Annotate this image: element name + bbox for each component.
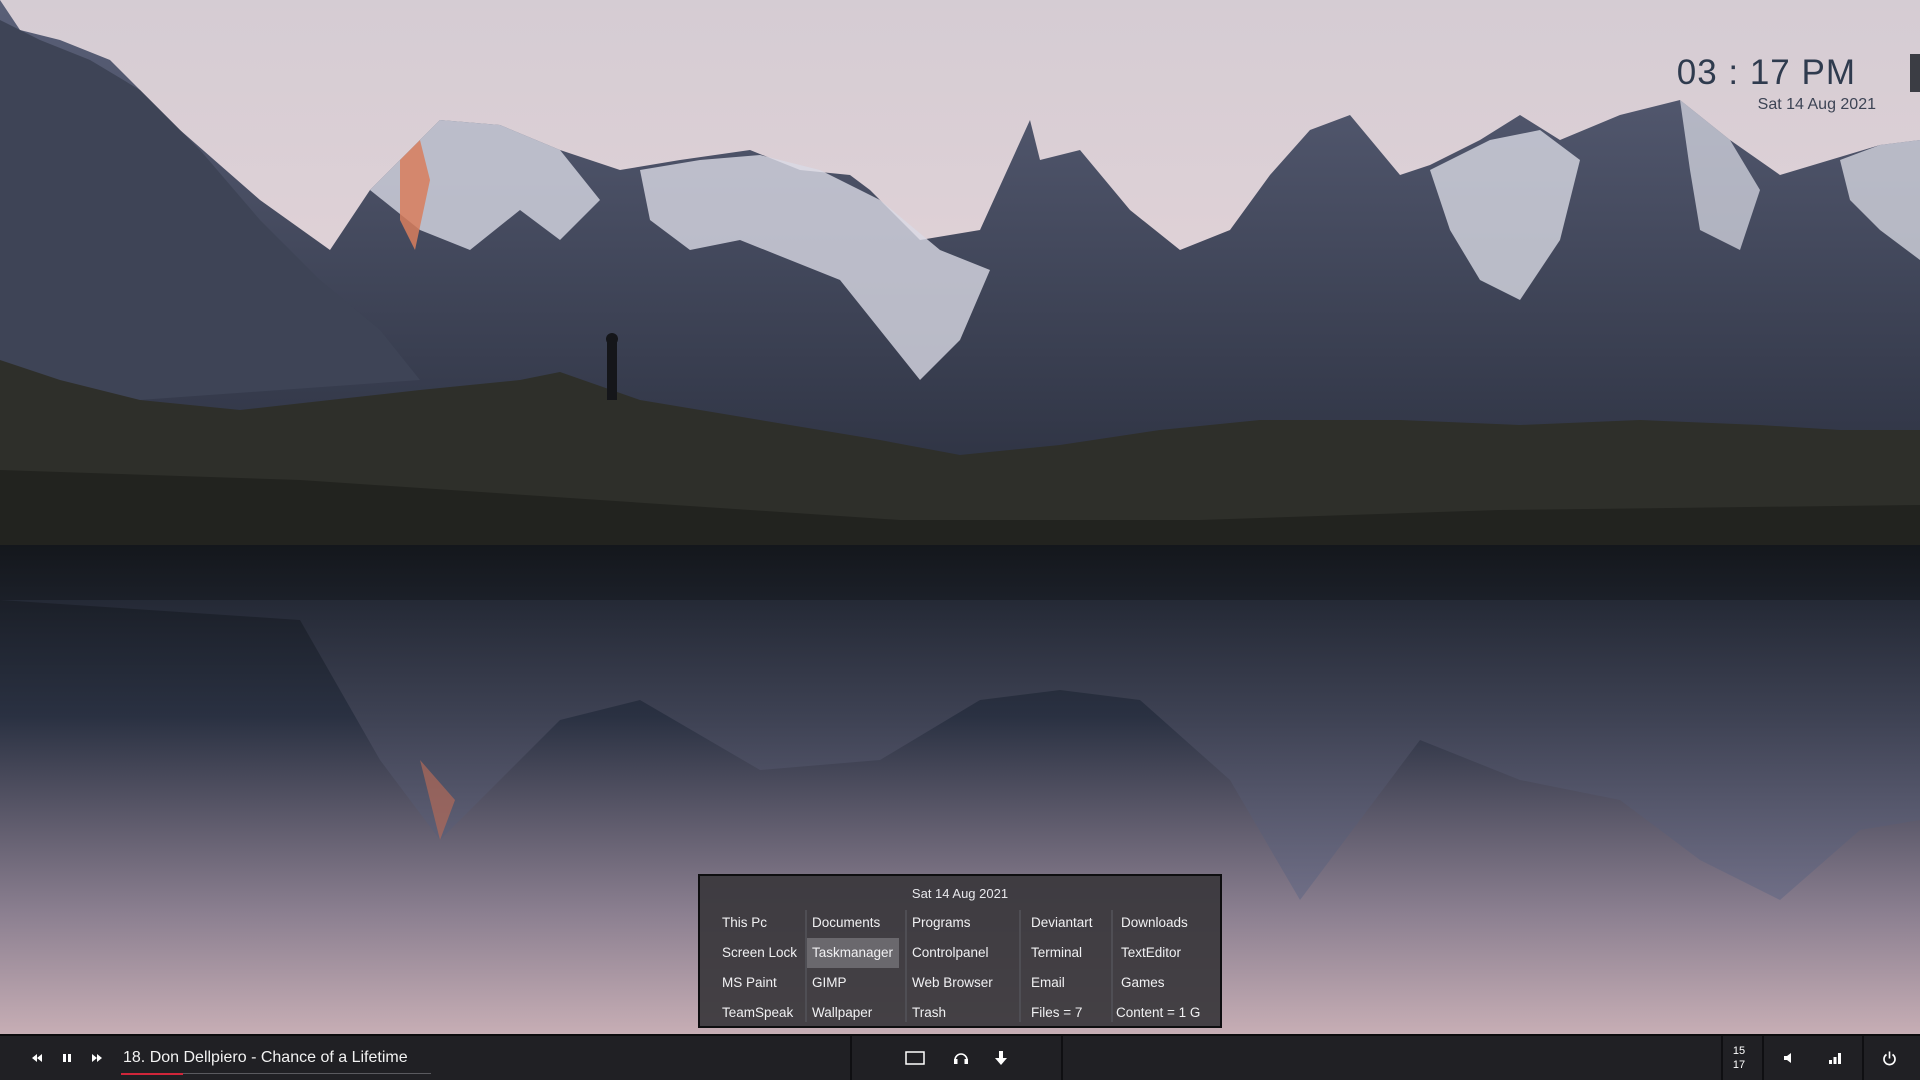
launcher-column-2: Documents Taskmanager GIMP Wallpaper — [805, 908, 900, 1028]
clock-date: Sat 14 Aug 2021 — [1757, 96, 1876, 113]
desktop-clock-widget: 03 : 17 PM Sat 14 Aug 2021 — [1676, 50, 1876, 114]
taskbar-divider — [850, 1036, 852, 1080]
column-divider — [1019, 910, 1021, 1022]
launcher-column-5: Downloads TextEditor Games Content = 1 G — [1111, 908, 1206, 1028]
column-divider — [1111, 910, 1113, 1022]
launcher-item-web-browser[interactable]: Web Browser — [906, 968, 999, 998]
launcher-item-screen-lock[interactable]: Screen Lock — [716, 938, 803, 968]
launcher-column-1: This Pc Screen Lock MS Paint TeamSpeak — [722, 908, 803, 1028]
download-arrow-icon[interactable] — [991, 1044, 1011, 1072]
launcher-item-controlpanel[interactable]: Controlpanel — [906, 938, 999, 968]
launcher-item-texteditor[interactable]: TextEditor — [1115, 938, 1206, 968]
tray-clock-minute: 17 — [1732, 1059, 1746, 1071]
launcher-item-wallpaper[interactable]: Wallpaper — [806, 998, 899, 1028]
track-progress-fill — [121, 1073, 183, 1075]
launcher-item-downloads[interactable]: Downloads — [1115, 908, 1206, 938]
power-icon[interactable] — [1877, 1044, 1901, 1072]
track-progress-bar[interactable] — [121, 1073, 431, 1075]
now-playing-track[interactable]: 18. Don Dellpiero - Chance of a Lifetime — [123, 1049, 408, 1067]
launcher-date: Sat 14 Aug 2021 — [911, 886, 1009, 901]
launcher-panel: Sat 14 Aug 2021 This Pc Screen Lock MS P… — [698, 874, 1222, 1028]
taskbar-divider — [1762, 1036, 1764, 1080]
clock-time: 03 : 17 PM — [1676, 53, 1856, 92]
tray-clock[interactable]: 15 17 — [1724, 1044, 1754, 1072]
headphones-icon[interactable] — [950, 1044, 972, 1072]
launcher-item-ms-paint[interactable]: MS Paint — [716, 968, 803, 998]
taskbar-divider — [1862, 1036, 1864, 1080]
launcher-item-this-pc[interactable]: This Pc — [716, 908, 803, 938]
launcher-item-documents[interactable]: Documents — [806, 908, 899, 938]
column-divider — [805, 910, 807, 1022]
tray-clock-hour: 15 — [1732, 1045, 1746, 1057]
launcher-item-deviantart[interactable]: Deviantart — [1025, 908, 1099, 938]
launcher-item-email[interactable]: Email — [1025, 968, 1099, 998]
launcher-item-teamspeak[interactable]: TeamSpeak — [716, 998, 803, 1028]
window-icon[interactable] — [903, 1044, 927, 1072]
launcher-item-content-size[interactable]: Content = 1 G — [1110, 998, 1206, 1028]
fast-forward-icon[interactable] — [88, 1044, 106, 1072]
launcher-item-trash[interactable]: Trash — [906, 998, 999, 1028]
taskbar-divider — [1061, 1036, 1063, 1080]
clock-accent-bar — [1910, 54, 1920, 92]
launcher-item-taskmanager[interactable]: Taskmanager — [806, 938, 900, 968]
pause-icon[interactable] — [58, 1044, 76, 1072]
taskbar-divider — [1721, 1036, 1723, 1080]
rewind-icon[interactable] — [28, 1044, 46, 1072]
speaker-icon[interactable] — [1778, 1044, 1800, 1072]
signal-bars-icon[interactable] — [1823, 1044, 1847, 1072]
launcher-item-games[interactable]: Games — [1115, 968, 1206, 998]
launcher-item-programs[interactable]: Programs — [906, 908, 999, 938]
launcher-column-4: Deviantart Terminal Email Files = 7 — [1019, 908, 1099, 1028]
column-divider — [905, 910, 907, 1022]
launcher-item-files-count[interactable]: Files = 7 — [1025, 998, 1099, 1028]
launcher-item-gimp[interactable]: GIMP — [806, 968, 899, 998]
launcher-column-3: Programs Controlpanel Web Browser Trash — [905, 908, 999, 1028]
taskbar: 18. Don Dellpiero - Chance of a Lifetime… — [0, 1034, 1920, 1080]
launcher-item-terminal[interactable]: Terminal — [1025, 938, 1099, 968]
